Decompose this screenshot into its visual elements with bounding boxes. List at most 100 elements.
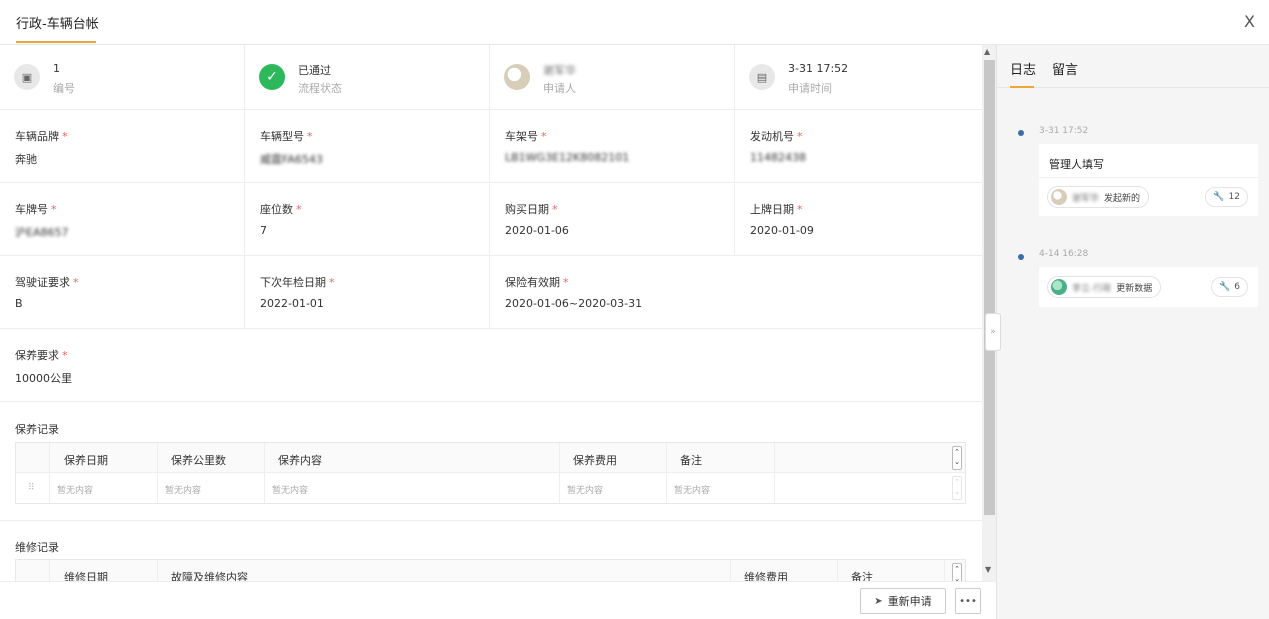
dialog-footer: ➤ 重新申请 ••• <box>0 581 996 619</box>
avatar <box>1051 189 1067 205</box>
repair-table: 维修日期 故障及维修内容 维修费用 备注 ⌃ ⌄ <box>15 559 966 581</box>
id-card-icon: ▣ <box>14 64 40 90</box>
field-label: 座位数 * <box>260 203 302 216</box>
column-header: 保养内容 <box>278 454 322 467</box>
field-purchase-date[interactable]: 购买日期 * 2020-01-06 <box>490 183 735 256</box>
title-underline <box>16 41 96 43</box>
tab-log[interactable]: 日志 <box>1010 59 1036 78</box>
log-card[interactable]: 李立-行政 更新数据 🔧 6 <box>1039 267 1258 307</box>
summary-applicant: 谢军华 申请人 <box>490 45 735 110</box>
process-status: 已通过 <box>298 64 331 77</box>
field-engine[interactable]: 发动机号 * 11482438 <box>735 110 980 183</box>
timeline-dot <box>1018 130 1024 136</box>
summary-bar: ▣ 1 编号 ✓ 已通过 流程状态 谢军华 申请人 ▤ 3-31 17:52 申… <box>0 45 982 110</box>
send-icon: ➤ <box>874 595 883 607</box>
collapse-panel-icon[interactable]: » <box>985 313 1001 351</box>
column-header: 保养公里数 <box>171 454 226 467</box>
avatar <box>1051 279 1067 295</box>
entry-time: 4-14 16:28 <box>1039 249 1089 259</box>
field-insurance[interactable]: 保险有效期 * 2020-01-06~2020-03-31 <box>490 256 980 329</box>
field-inspection-date[interactable]: 下次年检日期 * 2022-01-01 <box>245 256 490 329</box>
maintenance-table: 保养日期 保养公里数 保养内容 保养费用 备注 ⌃ ⌄ ⠿ 暂无内容 暂无内容 暂… <box>15 442 966 504</box>
dialog-title: 行政-车辆台帐 <box>16 17 99 32</box>
field-license[interactable]: 驾驶证要求 * B <box>0 256 245 329</box>
column-header: 备注 <box>851 571 873 581</box>
field-seats[interactable]: 座位数 * 7 <box>245 183 490 256</box>
field-row: 车牌号 * 沪EA8657 座位数 * 7 购买日期 * 2020-01-06 上牌日… <box>0 183 982 256</box>
field-label: 购买日期 * <box>505 203 558 216</box>
close-icon[interactable]: X <box>1244 12 1255 31</box>
scroll-up-icon[interactable]: ▲ <box>984 47 990 56</box>
table-cell: 暂无内容 <box>57 486 94 496</box>
field-label: 下次年检日期 * <box>260 276 335 289</box>
tab-comments[interactable]: 留言 <box>1052 59 1078 78</box>
field-value: 2020-01-09 <box>750 224 814 237</box>
field-value: 10000公里 <box>15 372 72 385</box>
column-header: 保养费用 <box>573 454 617 467</box>
table-header: 保养日期 保养公里数 保养内容 保养费用 备注 ⌃ ⌄ <box>16 443 965 473</box>
summary-time: ▤ 3-31 17:52 申请时间 <box>735 45 980 110</box>
row-scroll-control[interactable]: ⌃ ⌄ <box>952 476 962 500</box>
applicant-label: 申请人 <box>543 82 576 95</box>
card-divider <box>1039 177 1258 178</box>
scrollbar-thumb[interactable] <box>984 60 995 515</box>
table-row: ⠿ 暂无内容 暂无内容 暂无内容 暂无内容 暂无内容 ⌃ ⌄ <box>16 473 965 503</box>
field-brand[interactable]: 车辆品牌 * 奔驰 <box>0 110 245 183</box>
applicant-name: 谢军华 <box>543 64 576 77</box>
wrench-icon: 🔧 <box>1213 192 1225 202</box>
scroll-down-icon[interactable]: ▼ <box>985 565 991 574</box>
field-row: 保养要求 * 10000公里 <box>0 329 982 402</box>
reapply-button[interactable]: ➤ 重新申请 <box>860 588 946 614</box>
field-register-date[interactable]: 上牌日期 * 2020-01-09 <box>735 183 980 256</box>
maintenance-title: 保养记录 <box>15 423 59 436</box>
column-header: 备注 <box>680 454 702 467</box>
record-number-label: 编号 <box>53 82 75 95</box>
entry-time: 3-31 17:52 <box>1039 126 1089 136</box>
edit-count-badge[interactable]: 🔧 12 <box>1205 187 1248 207</box>
entry-action: 发起新的 <box>1104 193 1141 204</box>
table-cell: 暂无内容 <box>272 486 309 496</box>
divider <box>0 520 982 521</box>
log-card[interactable]: 管理人填写 谢军华 发起新的 🔧 12 <box>1039 144 1258 216</box>
drag-handle-icon[interactable]: ⠿ <box>28 483 35 493</box>
row-scroll-control[interactable]: ⌃ ⌄ <box>952 563 962 581</box>
timeline-dot <box>1018 254 1024 260</box>
column-header: 故障及维修内容 <box>171 571 248 581</box>
field-plate[interactable]: 车牌号 * 沪EA8657 <box>0 183 245 256</box>
summary-id: ▣ 1 编号 <box>0 45 245 110</box>
field-frame[interactable]: 车架号 * LB1WG3E12K8082101 <box>490 110 735 183</box>
user-action-pill: 谢军华 发起新的 <box>1047 186 1150 208</box>
active-tab-indicator <box>1010 86 1034 88</box>
dialog-header: 行政-车辆台帐 X <box>0 0 1269 45</box>
field-label: 上牌日期 * <box>750 203 803 216</box>
entry-user: 李立-行政 <box>1072 283 1112 294</box>
field-maintenance-req[interactable]: 保养要求 * 10000公里 <box>0 329 980 402</box>
panel-tabs: 日志 留言 <box>997 45 1269 88</box>
field-value: 2020-01-06 <box>505 224 569 237</box>
field-label: 驾驶证要求 * <box>15 276 79 289</box>
field-value: LB1WG3E12K8082101 <box>505 151 630 164</box>
more-button[interactable]: ••• <box>955 588 981 614</box>
process-status-label: 流程状态 <box>298 82 342 95</box>
field-label: 车牌号 * <box>15 203 57 216</box>
field-model[interactable]: 车辆型号 * 威霆FA6543 <box>245 110 490 183</box>
field-value: 2020-01-06~2020-03-31 <box>505 297 643 310</box>
field-value: B <box>15 297 23 310</box>
record-number: 1 <box>53 62 60 75</box>
summary-status: ✓ 已通过 流程状态 <box>245 45 490 110</box>
field-row: 车辆品牌 * 奔驰 车辆型号 * 威霆FA6543 车架号 * LB1WG3E12K8… <box>0 110 982 183</box>
field-label: 车架号 * <box>505 130 547 143</box>
edit-count-badge[interactable]: 🔧 6 <box>1211 277 1248 297</box>
field-value: 7 <box>260 224 267 237</box>
row-scroll-control[interactable]: ⌃ ⌄ <box>952 446 962 470</box>
apply-time: 3-31 17:52 <box>788 62 849 75</box>
field-label: 车辆品牌 * <box>15 130 68 143</box>
wrench-icon: 🔧 <box>1219 282 1231 292</box>
edit-count: 6 <box>1234 282 1240 292</box>
field-value: 奔驰 <box>15 153 37 166</box>
apply-time-label: 申请时间 <box>788 82 832 95</box>
field-label: 车辆型号 * <box>260 130 313 143</box>
column-header: 维修费用 <box>744 571 788 581</box>
entry-user: 谢军华 <box>1072 193 1100 204</box>
field-value: 11482438 <box>750 151 806 164</box>
